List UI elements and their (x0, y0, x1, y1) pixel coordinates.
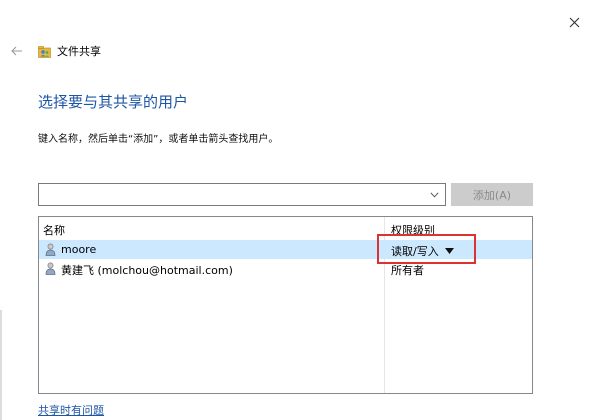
list-item[interactable]: moore 读取/写入 (39, 240, 532, 259)
user-name: moore (61, 243, 97, 256)
permission-value: 所有者 (391, 264, 424, 277)
window-edge (0, 310, 2, 420)
permission-dropdown[interactable]: 读取/写入 (391, 243, 454, 259)
file-sharing-icon (38, 45, 51, 58)
add-button[interactable]: 添加(A) (451, 183, 533, 206)
back-arrow-icon (11, 46, 22, 56)
permission-value: 读取/写入 (391, 245, 439, 258)
user-icon (45, 243, 56, 256)
triangle-down-icon (444, 248, 454, 254)
column-header-permission[interactable]: 权限级别 (391, 222, 435, 238)
close-button[interactable] (560, 8, 588, 36)
list-item[interactable]: 黄建飞 (molchou@hotmail.com) 所有者 (39, 259, 532, 278)
instruction-text: 键入名称，然后单击“添加”，或者单击箭头查找用户。 (38, 134, 279, 145)
window-title: 文件共享 (57, 45, 101, 58)
user-name: 黄建飞 (molchou@hotmail.com) (61, 264, 233, 277)
back-button[interactable] (6, 40, 28, 62)
chevron-down-icon (429, 192, 439, 198)
user-combobox[interactable] (38, 183, 446, 206)
column-header-name[interactable]: 名称 (43, 222, 65, 238)
user-name-input[interactable] (41, 185, 429, 204)
user-permission-list[interactable]: 名称 权限级别 moore 读取/写入 黄建飞 (molchou@hotmail… (38, 216, 533, 394)
list-header: 名称 权限级别 (39, 219, 532, 237)
page-heading: 选择要与其共享的用户 (38, 93, 189, 111)
combo-dropdown-button[interactable] (427, 188, 441, 202)
user-icon (45, 262, 56, 275)
close-icon (569, 17, 579, 27)
sharing-help-link[interactable]: 共享时有问题 (38, 402, 104, 418)
window-title-bar: 文件共享 (38, 42, 101, 60)
